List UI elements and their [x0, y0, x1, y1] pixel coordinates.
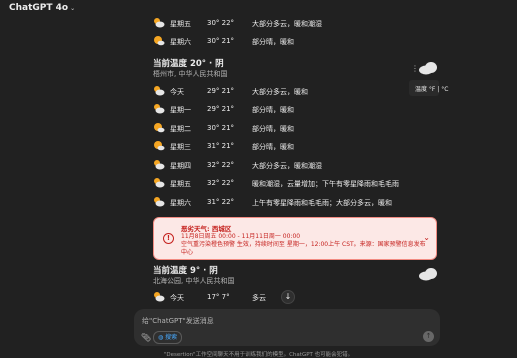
partly-cloudy-icon — [154, 104, 165, 114]
scroll-down-button[interactable]: ↓ — [281, 290, 295, 304]
forecast-row: 星期六 31° 22° 上午有零星降雨和毛毛雨；大部分多云，暖和 — [153, 194, 438, 210]
send-button[interactable]: ↑ — [423, 331, 434, 342]
forecast-row: 星期五 30° 22° 大部分多云，暖和潮湿 — [153, 15, 438, 31]
forecast-temp: 29° 21° — [207, 87, 235, 95]
chevron-down-icon: ⌄ — [70, 5, 76, 12]
forecast-day: 今天 — [170, 294, 184, 302]
cloud-icon — [419, 268, 437, 281]
partly-cloudy-icon — [154, 178, 165, 188]
forecast-temp: 32° 22° — [207, 179, 235, 187]
message-input[interactable]: 给"ChatGPT"发送消息 — [142, 316, 214, 326]
forecast-day: 星期五 — [170, 180, 191, 188]
cloud-icon — [419, 62, 437, 75]
forecast-day: 星期五 — [170, 20, 191, 28]
forecast-desc: 多云 — [252, 294, 266, 302]
forecast-row: 星期五 32° 22° 暖和潮湿，云量增加；下午有零星降雨和毛毛雨 — [153, 175, 438, 191]
partly-cloudy-icon — [154, 18, 165, 28]
forecast-desc: 上午有零星降雨和毛毛雨；大部分多云，暖和 — [252, 199, 392, 207]
mostly-sunny-icon — [154, 141, 165, 151]
message-composer[interactable]: 给"ChatGPT"发送消息 📎︎ ◍ 搜索 ↑ — [134, 309, 440, 346]
model-name: ChatGPT 4o — [9, 3, 69, 13]
globe-icon: ◍ — [158, 334, 164, 341]
forecast-desc: 大部分多云，暖和潮湿 — [252, 162, 322, 170]
disclaimer: "Desertion"工作空间聊天不用于训练我们的模型。ChatGPT 也可能会… — [163, 352, 354, 358]
forecast-day: 星期四 — [170, 162, 191, 170]
forecast-row: 星期二 30° 21° 部分晴，暖和 — [153, 120, 438, 136]
forecast-temp: 30° 22° — [207, 19, 235, 27]
alert-detail: 空气重污染橙色预警 生效，持续时间至 星期一，12:00上午 CST。来源：国家… — [181, 241, 426, 248]
forecast-day: 星期六 — [170, 38, 191, 46]
forecast-row: 星期一 29° 21° 部分晴，暖和 — [153, 101, 438, 117]
more-options-icon[interactable]: ⋮ — [411, 64, 419, 73]
forecast-row: 今天 17° 7° 多云 — [153, 289, 438, 305]
paperclip-icon[interactable]: 📎︎ — [141, 333, 151, 342]
location: 梧州市, 中华人民共和国 — [153, 70, 228, 78]
forecast-day: 星期三 — [170, 143, 191, 151]
forecast-temp: 31° 21° — [207, 142, 235, 150]
chevron-down-icon[interactable]: ⌄ — [423, 233, 430, 242]
partly-cloudy-icon — [154, 86, 165, 96]
search-button[interactable]: ◍ 搜索 — [153, 331, 183, 344]
forecast-row: 星期三 31° 21° 部分晴，暖和 — [153, 138, 438, 154]
forecast-desc: 暖和潮湿，云量增加；下午有零星降雨和毛毛雨 — [252, 180, 399, 188]
forecast-temp: 29° 21° — [207, 105, 235, 113]
search-label: 搜索 — [165, 334, 178, 341]
warning-icon: ! — [163, 233, 174, 244]
mostly-sunny-icon — [154, 123, 165, 133]
forecast-day: 今天 — [170, 88, 184, 96]
partly-cloudy-icon — [154, 160, 165, 170]
forecast-desc: 大部分多云，暖和潮湿 — [252, 20, 322, 28]
forecast-day: 星期一 — [170, 106, 191, 114]
forecast-desc: 部分晴，暖和 — [252, 106, 294, 114]
forecast-row: 星期四 32° 22° 大部分多云，暖和潮湿 — [153, 157, 438, 173]
partly-cloudy-icon — [154, 292, 165, 302]
forecast-temp: 30° 21° — [207, 37, 235, 45]
forecast-row: 今天 29° 21° 大部分多云，暖和 — [153, 83, 438, 99]
forecast-desc: 部分晴，暖和 — [252, 143, 294, 151]
forecast-day: 星期二 — [170, 125, 191, 133]
arrow-down-icon: ↓ — [284, 292, 292, 301]
forecast-temp: 30° 21° — [207, 124, 235, 132]
severe-weather-alert[interactable]: ! 恶劣天气: 西城区 11月8日周五 00:00 - 11月11日周一 00:… — [153, 217, 437, 260]
location: 北海公园, 中华人民共和国 — [153, 277, 235, 285]
forecast-day: 星期六 — [170, 199, 191, 207]
mostly-sunny-icon — [154, 36, 165, 46]
model-selector[interactable]: ChatGPT 4o ⌄ — [9, 3, 75, 13]
alert-detail-cont: 中心 — [181, 249, 194, 256]
forecast-desc: 部分晴，暖和 — [252, 38, 294, 46]
current-temperature: 当前温度 20° · 阴 — [153, 59, 224, 69]
forecast-temp: 32° 22° — [207, 161, 235, 169]
current-temperature: 当前温度 9° · 阴 — [153, 266, 218, 276]
forecast-desc: 大部分多云，暖和 — [252, 88, 308, 96]
forecast-temp: 17° 7° — [207, 293, 230, 301]
forecast-row: 星期六 30° 21° 部分晴，暖和 — [153, 33, 438, 49]
forecast-desc: 部分晴，暖和 — [252, 125, 294, 133]
partly-cloudy-icon — [154, 197, 165, 207]
arrow-up-icon: ↑ — [425, 332, 432, 340]
forecast-temp: 31° 22° — [207, 198, 235, 206]
